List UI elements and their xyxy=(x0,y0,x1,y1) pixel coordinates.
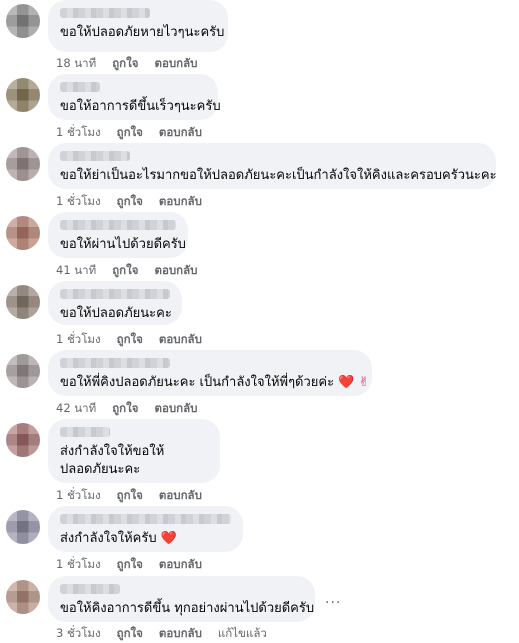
reply-button[interactable]: ตอบกลับ xyxy=(159,194,202,208)
avatar[interactable] xyxy=(6,4,40,38)
author-name-blurred[interactable] xyxy=(60,220,176,230)
like-button[interactable]: ถูกใจ xyxy=(117,125,143,139)
timestamp[interactable]: 1 ชั่วโมง xyxy=(56,125,101,139)
timestamp[interactable]: 41 นาที xyxy=(56,263,96,277)
avatar[interactable] xyxy=(6,147,40,181)
heart-emoji-icon: ❤️ ✌ xyxy=(338,375,370,390)
avatar[interactable] xyxy=(6,78,40,112)
timestamp[interactable]: 1 ชั่วโมง xyxy=(56,332,101,346)
reply-button[interactable]: ตอบกลับ xyxy=(154,401,197,415)
more-options-icon[interactable]: ... xyxy=(325,591,341,607)
timestamp[interactable]: 3 ชั่วโมง xyxy=(56,626,101,640)
comment-bubble: ขอให้ผ่านไปด้วยดีครับ xyxy=(48,212,188,258)
avatar[interactable] xyxy=(6,285,40,319)
like-button[interactable]: ถูกใจ xyxy=(117,332,143,346)
like-button[interactable]: ถูกใจ xyxy=(117,488,143,502)
comment-text: ขอให้อาการดีขึ้นเร็วๆนะครับ xyxy=(60,99,221,114)
comment-text: ขอให้ปลอดภัยหายไวๆนะครับ xyxy=(60,25,225,40)
author-name-blurred[interactable] xyxy=(60,289,170,299)
comment-text: ขอให้พี่คิงปลอดภัยนะคะ เป็นกำลังใจให้พี่… xyxy=(60,374,369,392)
timestamp[interactable]: 1 ชั่วโมง xyxy=(56,194,101,208)
comment-bubble: ขอให้อาการดีขึ้นเร็วๆนะครับ xyxy=(48,74,221,120)
like-button[interactable]: ถูกใจ xyxy=(112,56,138,70)
comment-meta: 1 ชั่วโมง ถูกใจ ตอบกลับ xyxy=(56,193,218,211)
reply-button[interactable]: ตอบกลับ xyxy=(159,626,202,640)
author-name-blurred[interactable] xyxy=(60,82,100,92)
author-name-blurred[interactable] xyxy=(60,8,150,18)
comment-meta: 1 ชั่วโมง ถูกใจ ตอบกลับ xyxy=(56,331,218,349)
avatar[interactable] xyxy=(6,580,40,614)
timestamp[interactable]: 42 นาที xyxy=(56,401,96,415)
like-button[interactable]: ถูกใจ xyxy=(112,263,138,277)
like-button[interactable]: ถูกใจ xyxy=(117,557,143,571)
reply-button[interactable]: ตอบกลับ xyxy=(159,332,202,346)
comment-bubble: ส่งกำลังใจให้ครับ ❤️ xyxy=(48,506,243,552)
edited-label: แก้ไขแล้ว xyxy=(217,626,267,640)
avatar[interactable] xyxy=(6,354,40,388)
comment-text: ขอให้คิงอาการดีขึ้น ทุกอย่างผ่านไปด้วยดี… xyxy=(60,601,315,616)
comment-meta: 42 นาที ถูกใจ ตอบกลับ xyxy=(56,400,213,418)
comment-text-body: ส่งกำลังใจให้ครับ xyxy=(60,531,157,546)
comment-meta: 41 นาที ถูกใจ ตอบกลับ xyxy=(56,262,213,280)
timestamp[interactable]: 1 ชั่วโมง xyxy=(56,488,101,502)
timestamp[interactable]: 18 นาที xyxy=(56,56,96,70)
comment-meta: 3 ชั่วโมง ถูกใจ ตอบกลับ แก้ไขแล้ว xyxy=(56,625,283,643)
avatar[interactable] xyxy=(6,423,40,457)
reply-button[interactable]: ตอบกลับ xyxy=(154,56,197,70)
like-button[interactable]: ถูกใจ xyxy=(117,194,143,208)
comment-text: ขอให้ผ่านไปด้วยดีครับ xyxy=(60,237,186,252)
comment-text: ขอให้ปลอดภัยนะคะ xyxy=(60,306,172,321)
author-name-blurred[interactable] xyxy=(60,151,130,161)
comment-meta: 18 นาที ถูกใจ ตอบกลับ xyxy=(56,55,213,73)
comment-meta: 1 ชั่วโมง ถูกใจ ตอบกลับ xyxy=(56,124,218,142)
like-button[interactable]: ถูกใจ xyxy=(117,626,143,640)
comment-bubble: ขอให้พี่คิงปลอดภัยนะคะ เป็นกำลังใจให้พี่… xyxy=(48,350,372,396)
comment-text: ขอให้ย่าเป็นอะไรมากขอให้ปลอดภัยนะคะเป็นก… xyxy=(60,168,497,183)
author-name-blurred[interactable] xyxy=(60,514,231,524)
reply-button[interactable]: ตอบกลับ xyxy=(154,263,197,277)
author-name-blurred[interactable] xyxy=(60,358,170,368)
heart-emoji-icon: ❤️ xyxy=(160,531,177,546)
author-name-blurred[interactable] xyxy=(60,427,110,437)
like-button[interactable]: ถูกใจ xyxy=(112,401,138,415)
reply-button[interactable]: ตอบกลับ xyxy=(159,125,202,139)
comment-bubble: ขอให้คิงอาการดีขึ้น ทุกอย่างผ่านไปด้วยดี… xyxy=(48,576,315,622)
timestamp[interactable]: 1 ชั่วโมง xyxy=(56,557,101,571)
comment-text: ส่งกำลังใจให้ครับ ❤️ xyxy=(60,530,231,548)
comment-meta: 1 ชั่วโมง ถูกใจ ตอบกลับ xyxy=(56,556,218,574)
reply-button[interactable]: ตอบกลับ xyxy=(159,557,202,571)
comment-text-body: ขอให้พี่คิงปลอดภัยนะคะ เป็นกำลังใจให้พี่… xyxy=(60,375,335,390)
comment-bubble: ส่งกำลังใจให้ขอให้ปลอดภัยนะคะ xyxy=(48,419,220,483)
avatar[interactable] xyxy=(6,216,40,250)
comment-bubble: ขอให้ย่าเป็นอะไรมากขอให้ปลอดภัยนะคะเป็นก… xyxy=(48,143,497,189)
comment-text: ส่งกำลังใจให้ขอให้ปลอดภัยนะคะ xyxy=(60,444,165,477)
reply-button[interactable]: ตอบกลับ xyxy=(159,488,202,502)
comment-bubble: ขอให้ปลอดภัยนะคะ xyxy=(48,281,182,325)
avatar[interactable] xyxy=(6,510,40,544)
comment-meta: 1 ชั่วโมง ถูกใจ ตอบกลับ xyxy=(56,487,218,505)
author-name-blurred[interactable] xyxy=(60,584,120,594)
comment-bubble: ขอให้ปลอดภัยหายไวๆนะครับ xyxy=(48,0,228,52)
